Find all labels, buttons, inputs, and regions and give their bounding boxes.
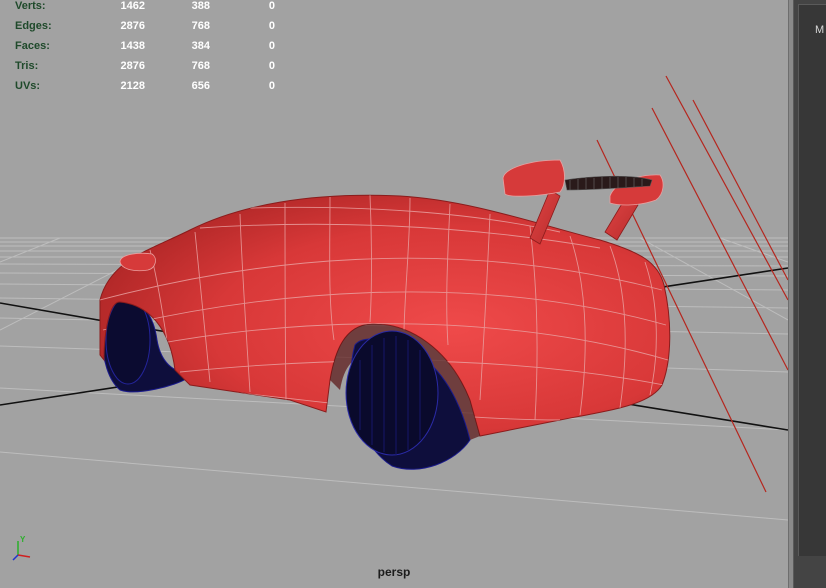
camera-label: persp <box>377 565 411 579</box>
hud-label: Edges: <box>15 20 52 32</box>
hud-value: 2876 <box>120 20 145 32</box>
hud-value: 388 <box>191 0 210 12</box>
side-panel-tab[interactable]: M <box>815 24 824 36</box>
side-panel: M <box>794 0 826 588</box>
hud-label: Verts: <box>15 0 46 12</box>
hud-value: 768 <box>191 60 210 72</box>
hud-label: UVs: <box>15 80 41 92</box>
hud-label: Faces: <box>15 40 50 52</box>
hud-value: 0 <box>268 20 275 32</box>
axis-gizmo-icon: Y <box>12 535 31 561</box>
side-mirror <box>119 252 156 272</box>
hud-value: 656 <box>191 80 210 92</box>
hud-value: 2876 <box>120 60 145 72</box>
3d-viewport[interactable]: Verts: 1462 388 0 Edges: 2876 768 0 Face… <box>0 0 788 588</box>
hud-value: 2128 <box>120 80 145 92</box>
hud-row-uvs: UVs: 2128 656 0 <box>15 80 275 100</box>
hud-label: Tris: <box>15 60 39 72</box>
side-panel-content <box>798 4 826 556</box>
poly-count-hud: Verts: 1462 388 0 Edges: 2876 768 0 Face… <box>15 0 275 100</box>
hud-value: 768 <box>191 20 210 32</box>
hud-value: 0 <box>268 80 275 92</box>
hud-value: 384 <box>191 40 210 52</box>
hud-value: 0 <box>268 60 275 72</box>
hud-value: 0 <box>268 40 275 52</box>
hud-value: 1462 <box>120 0 145 12</box>
hud-value: 0 <box>268 0 275 12</box>
axis-y-label: Y <box>20 535 26 544</box>
hud-value: 1438 <box>120 40 145 52</box>
